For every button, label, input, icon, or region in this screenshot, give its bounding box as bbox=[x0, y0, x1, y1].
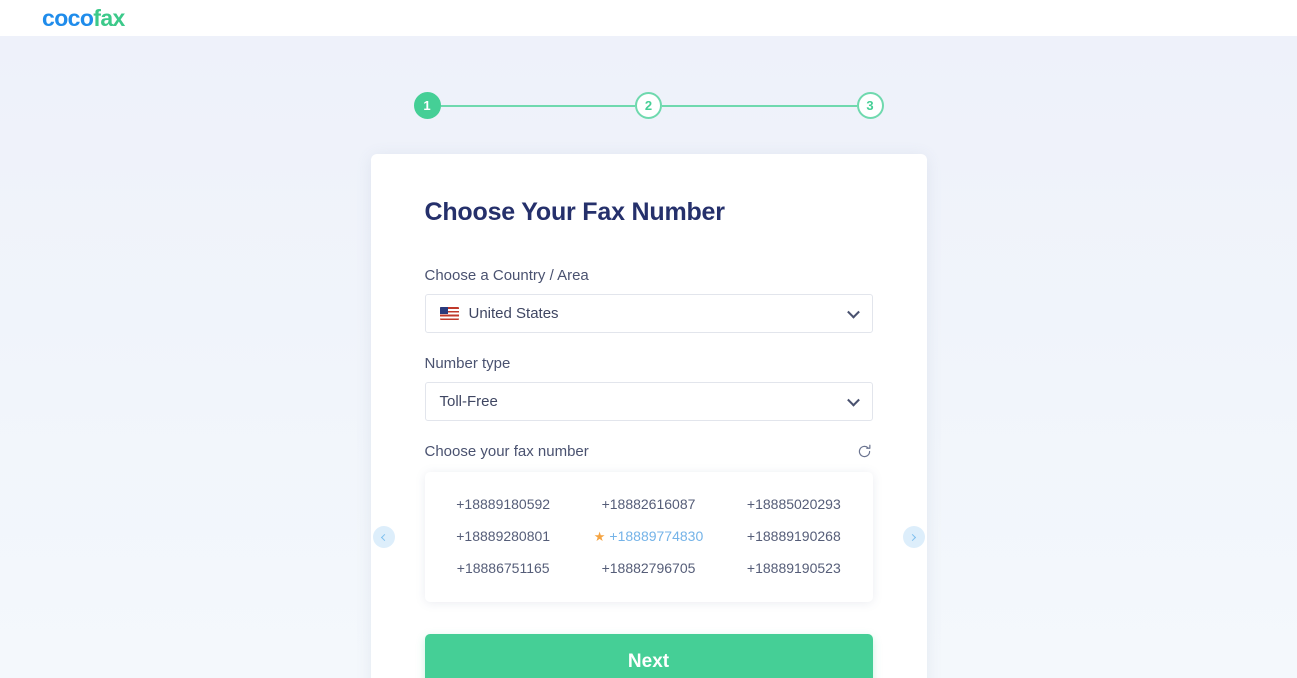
cocofax-logo[interactable]: cocofax bbox=[42, 4, 125, 31]
fax-number-option[interactable]: +18886751165 bbox=[431, 552, 576, 584]
step-indicator-3[interactable]: 3 bbox=[856, 92, 884, 119]
fax-number-option[interactable]: +18889190268 bbox=[721, 520, 866, 552]
next-button[interactable]: Next bbox=[424, 634, 873, 678]
fax-numbers-label: Choose your fax number bbox=[424, 443, 589, 460]
fax-number-option[interactable]: +18889190523 bbox=[721, 552, 866, 584]
logo-text-fax: fax bbox=[93, 4, 125, 31]
fax-number-option[interactable]: +18882796705 bbox=[576, 552, 721, 584]
country-field-label: Choose a Country / Area bbox=[424, 267, 589, 284]
page-body: 1 2 3 Choose Your Fax Number Choose a Co… bbox=[0, 36, 1297, 678]
step-indicator-1[interactable]: 1 bbox=[413, 92, 441, 119]
number-type-select-value: Toll-Free bbox=[439, 393, 498, 410]
fax-number-option[interactable]: +18882616087 bbox=[576, 488, 721, 520]
progress-stepper: 1 2 3 bbox=[0, 92, 1297, 119]
step-connector-1 bbox=[440, 104, 635, 107]
step-indicator-2[interactable]: 2 bbox=[635, 92, 662, 119]
fax-number-card: Choose Your Fax Number Choose a Country … bbox=[370, 154, 927, 678]
fax-number-option[interactable]: +18889280801 bbox=[431, 520, 576, 552]
carousel-next-button[interactable] bbox=[902, 526, 925, 548]
carousel-prev-button[interactable] bbox=[372, 526, 395, 548]
fax-number-selected-label: +18889774830 bbox=[609, 528, 704, 544]
fax-numbers-grid: +18889180592 +18882616087 +18885020293 +… bbox=[424, 472, 873, 602]
fax-numbers-header: Choose your fax number bbox=[425, 443, 873, 460]
fax-numbers-row: +18889180592 +18882616087 +18885020293 bbox=[431, 488, 867, 520]
star-icon: ★ bbox=[593, 528, 606, 544]
chevron-down-icon bbox=[846, 305, 860, 319]
fax-number-option[interactable]: +18889180592 bbox=[431, 488, 576, 520]
fax-numbers-row: +18889280801 ★ +18889774830 +18889190268 bbox=[431, 520, 867, 552]
fax-numbers-carousel: +18889180592 +18882616087 +18885020293 +… bbox=[372, 472, 925, 602]
page-title: Choose Your Fax Number bbox=[424, 198, 725, 226]
app-header: cocofax bbox=[0, 0, 1297, 36]
fax-number-option-selected[interactable]: ★ +18889774830 bbox=[576, 520, 721, 552]
logo-text-coco: coco bbox=[42, 4, 94, 31]
chevron-down-icon bbox=[846, 393, 860, 407]
number-type-field-label: Number type bbox=[424, 355, 511, 372]
us-flag-icon bbox=[439, 307, 459, 320]
chevron-left-icon bbox=[380, 533, 389, 541]
refresh-icon[interactable] bbox=[856, 443, 873, 460]
chevron-right-icon bbox=[908, 533, 917, 541]
step-connector-2 bbox=[662, 104, 857, 107]
country-select-value: United States bbox=[468, 305, 559, 322]
number-type-select[interactable]: Toll-Free bbox=[424, 382, 873, 421]
fax-number-option[interactable]: +18885020293 bbox=[721, 488, 866, 520]
country-select[interactable]: United States bbox=[424, 294, 873, 333]
fax-numbers-row: +18886751165 +18882796705 +18889190523 bbox=[431, 552, 867, 584]
